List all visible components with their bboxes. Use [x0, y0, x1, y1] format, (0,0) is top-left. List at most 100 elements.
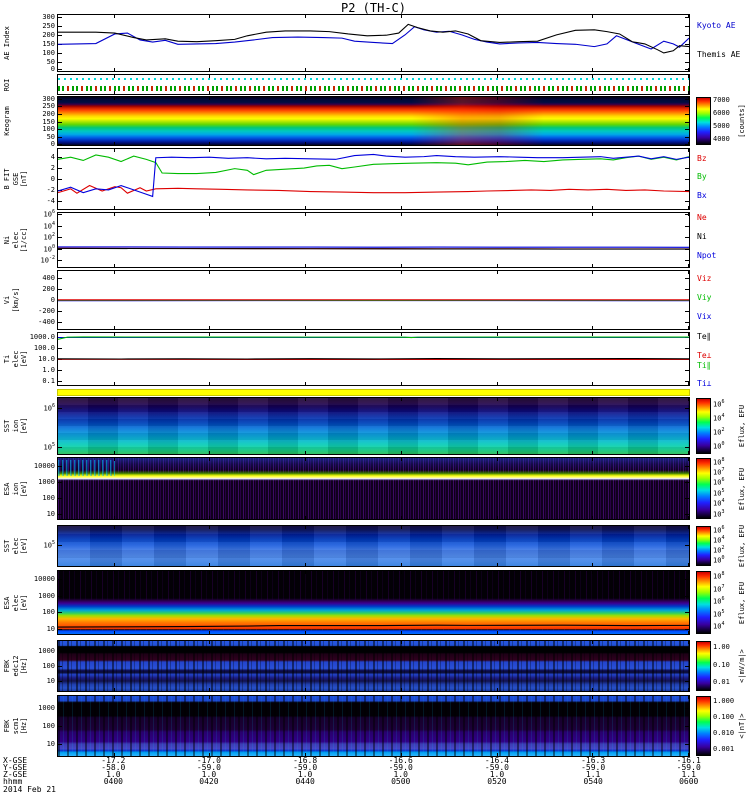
- x-tick-mark: [592, 91, 594, 94]
- colorbar-tick-label: 105: [713, 608, 725, 619]
- colorbar-tick-label: 107: [713, 583, 725, 593]
- colorbar-tick-label: 0.010: [713, 729, 735, 738]
- legend-label: Te⊥: [697, 350, 712, 360]
- panel-density: Ni elec [1/cc] 106 104 102 100 10-2 Ne Ni Npot: [3, 210, 716, 268]
- y-tick-label: 10: [46, 677, 55, 685]
- x-tick-mark: [592, 142, 594, 145]
- x-tick-mark: [400, 75, 402, 78]
- y-axis-title: Keogram: [3, 106, 11, 136]
- y-tick-label: 10000: [33, 574, 55, 583]
- x-tick-mark: [209, 688, 211, 691]
- x-tick-mark: [592, 696, 594, 699]
- x-tick-mark: [496, 75, 498, 78]
- x-tick-mark: [305, 516, 307, 519]
- y-axis-title: SST: [3, 539, 11, 553]
- colorbar-tick-label: 102: [713, 545, 725, 555]
- legend-label: Viy: [697, 293, 712, 303]
- x-tick-mark: [400, 688, 402, 691]
- axis-row-value: 0600: [679, 777, 699, 786]
- x-tick-mark: [114, 75, 116, 78]
- x-tick-mark: [209, 142, 211, 145]
- x-tick-mark: [209, 526, 211, 529]
- x-tick-mark: [114, 696, 116, 699]
- y-tick-mark: [685, 681, 689, 682]
- series-Ti∥: [58, 337, 689, 339]
- x-tick-mark: [400, 97, 402, 100]
- panel-ae-index: AE Index 300 250 200 150 100 50 0 Kyoto AE Themis…: [3, 13, 740, 74]
- y-tick-mark: [58, 447, 62, 449]
- x-tick-mark: [687, 142, 689, 145]
- x-tick-mark: [305, 75, 307, 78]
- x-tick-mark: [496, 563, 498, 566]
- x-tick-mark: [400, 526, 402, 529]
- x-tick-mark: [496, 516, 498, 519]
- y-tick-label: 10-2: [40, 255, 55, 265]
- x-tick-mark: [209, 458, 211, 461]
- x-tick-mark: [209, 451, 211, 454]
- x-tick-mark: [114, 97, 116, 100]
- date-label: 2014 Feb 21: [3, 785, 56, 794]
- series-Ni: [58, 248, 689, 249]
- x-tick-mark: [687, 516, 689, 519]
- panel-sst-electron: SST elec [eV] 105 106 104 102 100 Eflux, EFU: [3, 525, 746, 567]
- y-tick-mark: [685, 408, 689, 410]
- colorbar: [696, 458, 711, 519]
- y-tick-mark: [58, 726, 62, 727]
- y-tick-mark: [685, 114, 689, 116]
- y-tick-mark: [685, 708, 689, 709]
- legend-label: Ni: [697, 232, 707, 242]
- y-tick-mark: [58, 481, 62, 483]
- y-tick-label: 100: [42, 48, 55, 57]
- y-tick-label: 1000: [38, 647, 55, 655]
- axis-row-value: 0440: [295, 777, 315, 786]
- panel-fbk-scm1: FBK scm1 [Hz] 1000 100 10 1.000 0.100 0.010 0.001…: [3, 695, 746, 757]
- y-tick-mark: [58, 708, 62, 709]
- y-tick-label: -4: [46, 196, 55, 205]
- panel-esa-ion: ESA ion [eV] 10000 1000 100 10 108 107 106 105 104 1…: [3, 457, 746, 520]
- panel-b-fit: B FIT GSE [nT] 4 2 0 -2 -4 Bz By Bx: [3, 148, 707, 210]
- y-axis-subtitle: elec: [12, 594, 20, 611]
- x-tick-mark: [592, 526, 594, 529]
- colorbar-tick-label: 104: [713, 535, 725, 545]
- y-tick-mark: [58, 129, 62, 131]
- x-tick-mark: [687, 398, 689, 401]
- y-axis-title: AE Index: [3, 26, 11, 60]
- y-tick-mark: [685, 498, 689, 500]
- y-tick-label: 0: [50, 65, 55, 74]
- y-tick-label: 150: [42, 39, 55, 48]
- y-tick-label: 200: [42, 284, 55, 293]
- esa-ion-edge-streak: [58, 460, 115, 477]
- y-tick-label: 300: [42, 12, 55, 21]
- colorbar-tick-label: 100: [713, 440, 725, 450]
- y-tick-mark: [58, 465, 62, 467]
- x-tick-mark: [209, 97, 211, 100]
- y-tick-label: 105: [43, 442, 55, 452]
- x-tick-mark: [496, 451, 498, 454]
- x-tick-mark: [305, 451, 307, 454]
- colorbar-tick-label: 107: [713, 467, 725, 477]
- colorbar-tick-label: 102: [713, 426, 725, 436]
- sst-ion-spectrogram: [58, 398, 689, 454]
- line-series-canvas: [58, 271, 689, 329]
- colorbar-tick-label: 4000: [713, 135, 730, 144]
- y-tick-label: -2: [46, 185, 55, 194]
- x-tick-mark: [114, 516, 116, 519]
- plot-page: P2 (TH-C) AE Index 300 250 200 150 100 50 0 Kyot…: [0, 0, 750, 800]
- x-tick-mark: [209, 398, 211, 401]
- y-axis-title: FBK: [3, 719, 11, 733]
- y-axis-subtitle: [km/s]: [12, 287, 20, 313]
- y-axis-title: Vi: [3, 295, 11, 305]
- y-tick-mark: [685, 481, 689, 483]
- colorbar: [696, 696, 711, 756]
- x-tick-mark: [305, 641, 307, 644]
- y-tick-label: 106: [43, 209, 55, 219]
- y-tick-label: 200: [42, 30, 55, 39]
- colorbar-tick-label: 108: [713, 456, 725, 466]
- legend-label: Viz: [697, 273, 712, 283]
- colorbar-tick-label: 0.10: [713, 660, 730, 669]
- x-tick-mark: [209, 641, 211, 644]
- y-axis-subtitle: [Hz]: [20, 657, 28, 675]
- y-tick-mark: [685, 106, 689, 108]
- y-tick-label: 1000: [38, 477, 55, 486]
- x-tick-mark: [400, 641, 402, 644]
